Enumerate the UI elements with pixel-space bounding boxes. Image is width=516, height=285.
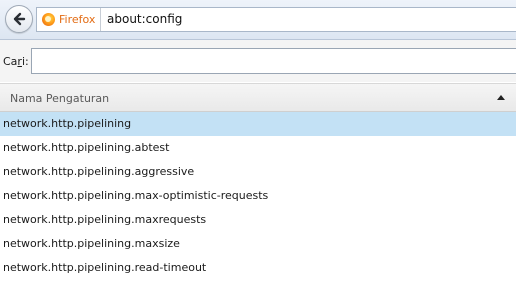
url-text[interactable]: about:config <box>107 8 182 31</box>
column-header-name[interactable]: Nama Pengaturan <box>10 92 109 105</box>
url-bar[interactable]: Firefox about:config <box>36 7 516 32</box>
preference-list: network.http.pipelining network.http.pip… <box>0 112 516 280</box>
search-label: Cari: <box>3 55 29 68</box>
identity-box[interactable]: Firefox <box>42 8 102 31</box>
back-button[interactable] <box>5 5 33 33</box>
sort-ascending-icon[interactable] <box>497 95 505 100</box>
identity-label: Firefox <box>59 13 96 26</box>
search-input[interactable] <box>31 48 516 74</box>
table-row[interactable]: network.http.pipelining.maxrequests <box>0 208 516 232</box>
table-row[interactable]: network.http.pipelining.read-timeout <box>0 256 516 280</box>
table-row[interactable]: network.http.pipelining.aggressive <box>0 160 516 184</box>
table-row[interactable]: network.http.pipelining.max-optimistic-r… <box>0 184 516 208</box>
back-arrow-icon <box>13 12 26 26</box>
table-row[interactable]: network.http.pipelining.abtest <box>0 136 516 160</box>
table-row-selected[interactable]: network.http.pipelining <box>0 112 516 136</box>
table-header: Nama Pengaturan <box>0 83 516 112</box>
firefox-icon <box>42 13 55 26</box>
navigation-toolbar: Firefox about:config <box>0 0 516 40</box>
table-row[interactable]: network.http.pipelining.maxsize <box>0 232 516 256</box>
search-row: Cari: <box>0 40 516 82</box>
